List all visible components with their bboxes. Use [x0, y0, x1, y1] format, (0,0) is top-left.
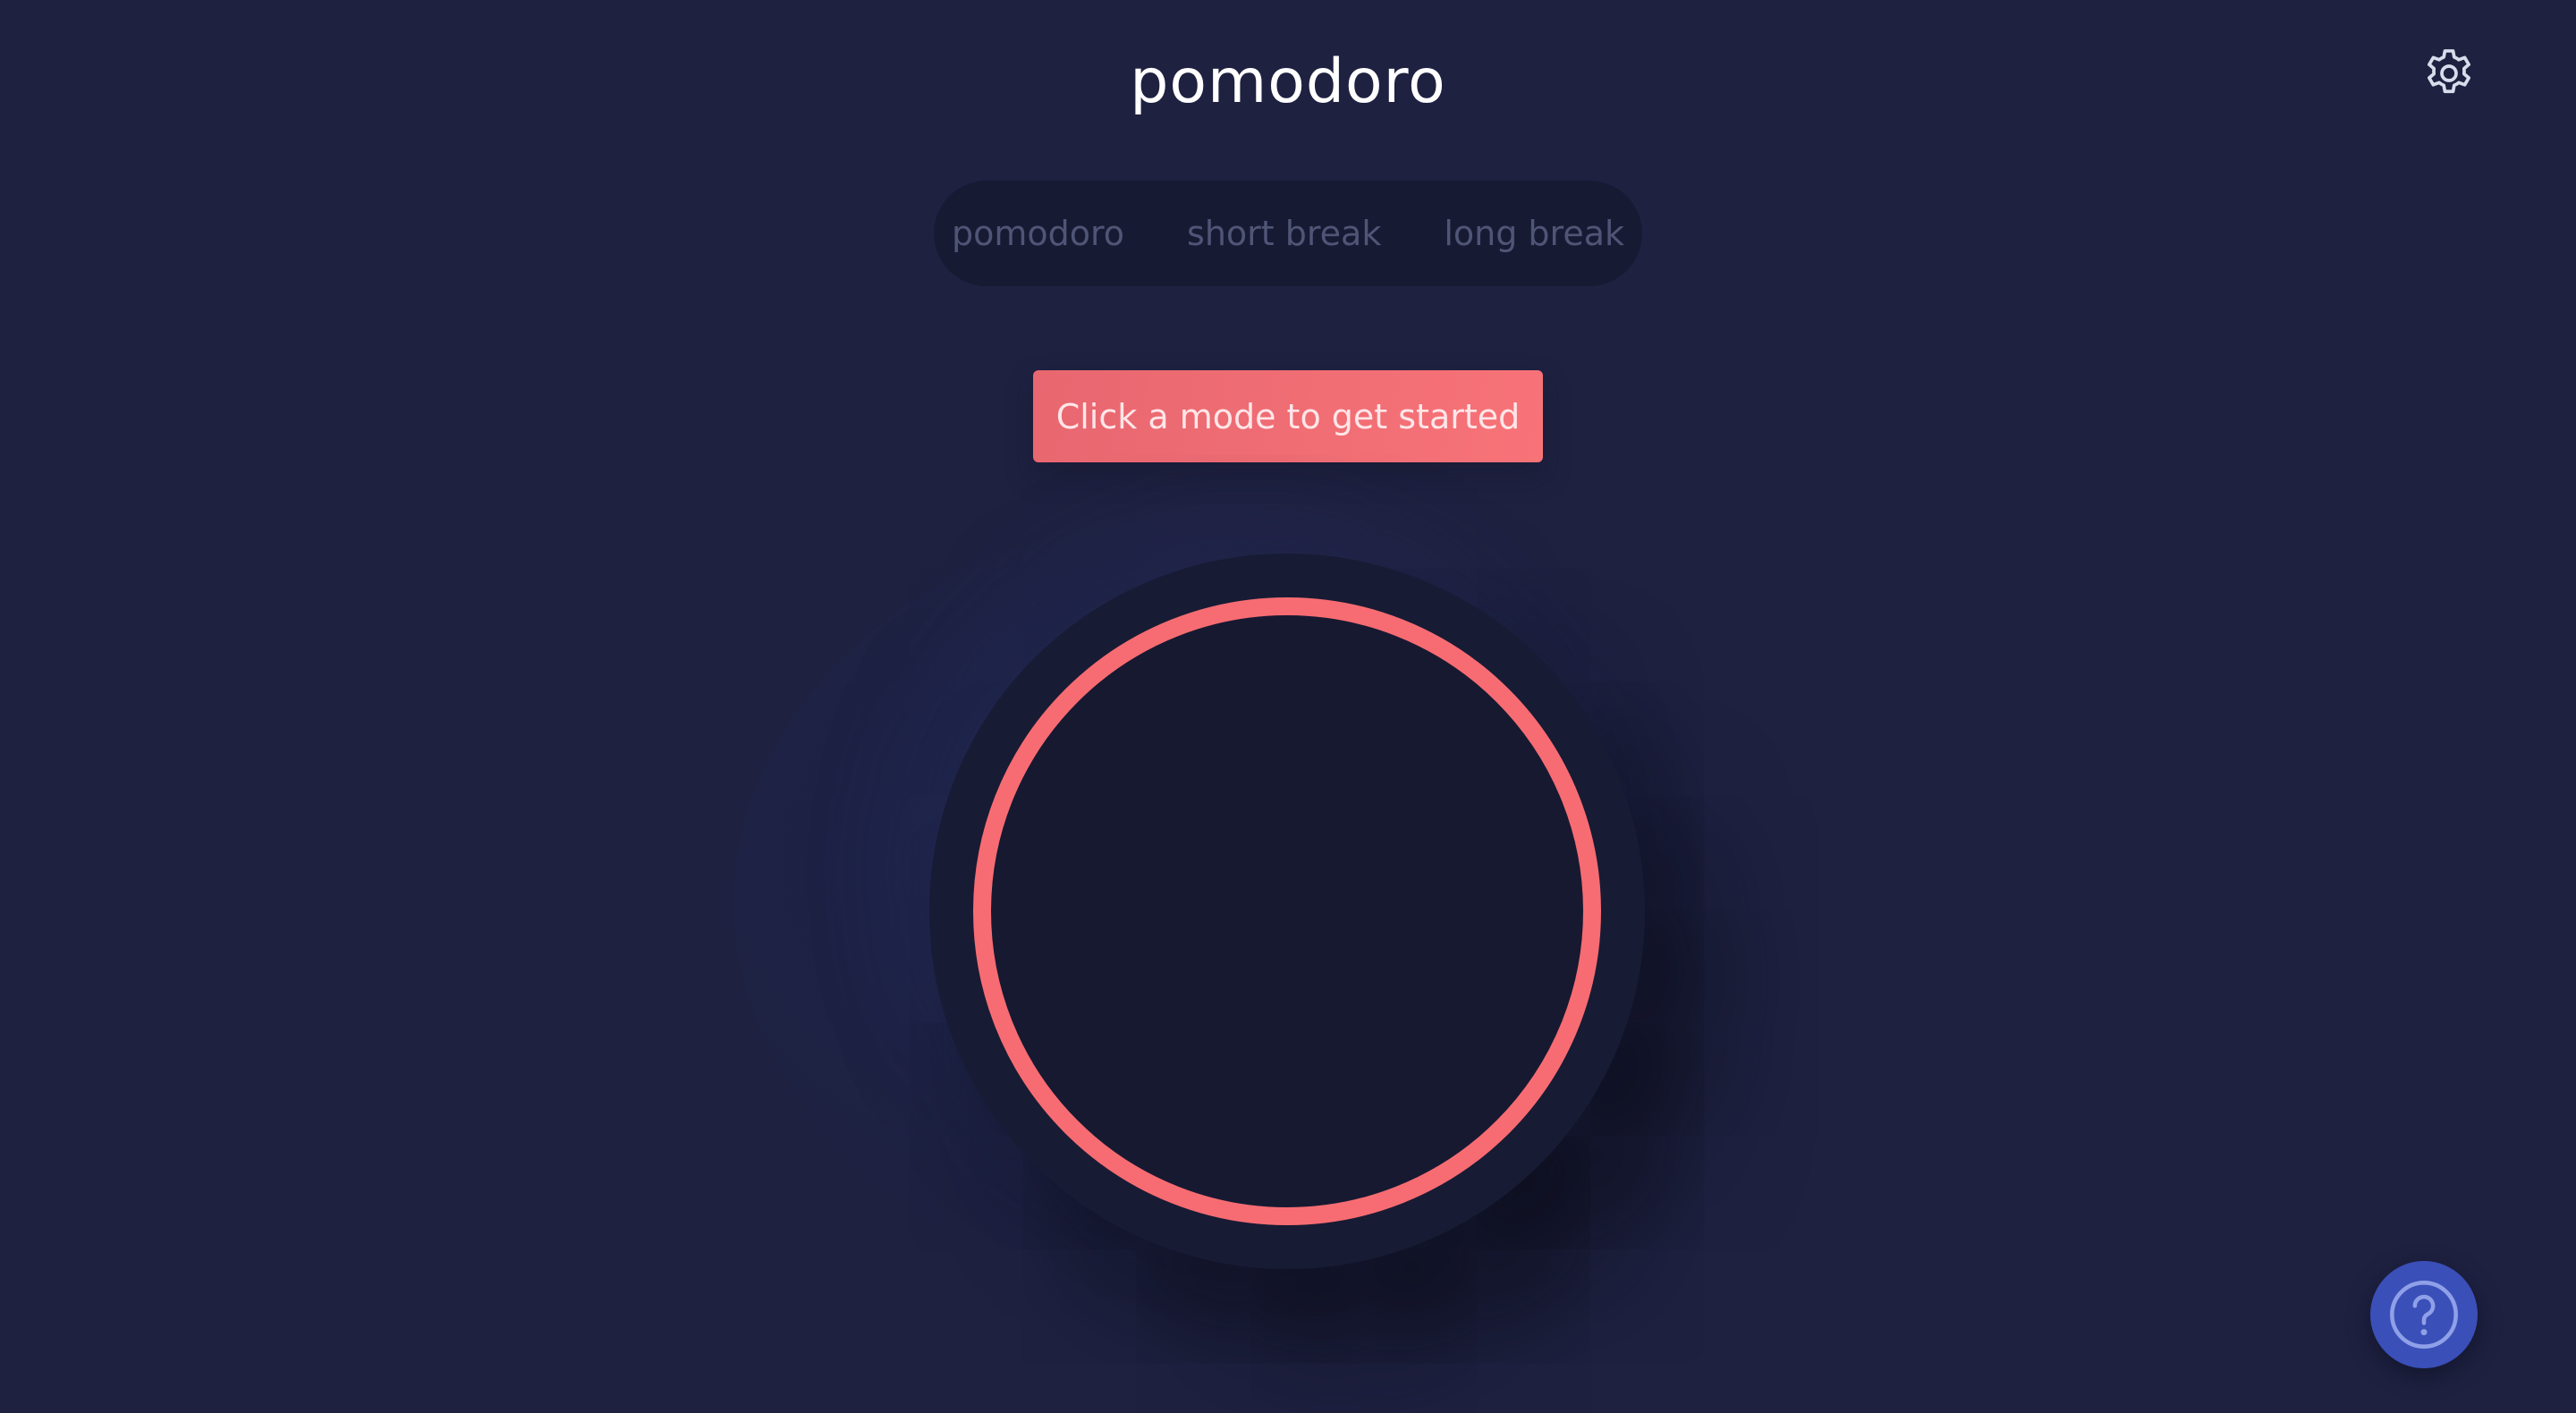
- mode-tab-pomodoro[interactable]: pomodoro: [952, 214, 1124, 253]
- question-mark-icon: [2390, 1281, 2458, 1349]
- timer-dial: [929, 554, 1645, 1269]
- mode-tab-short-break[interactable]: short break: [1187, 214, 1381, 253]
- settings-button[interactable]: [2420, 45, 2478, 102]
- app-title: pomodoro: [1130, 47, 1446, 117]
- gear-icon: [2428, 49, 2470, 94]
- help-button[interactable]: [2370, 1261, 2478, 1368]
- start-prompt-button[interactable]: Click a mode to get started: [1033, 370, 1543, 462]
- timer-progress-ring[interactable]: [973, 597, 1601, 1225]
- mode-tab-long-break[interactable]: long break: [1444, 214, 1624, 253]
- mode-selector: pomodoro short break long break: [934, 181, 1642, 286]
